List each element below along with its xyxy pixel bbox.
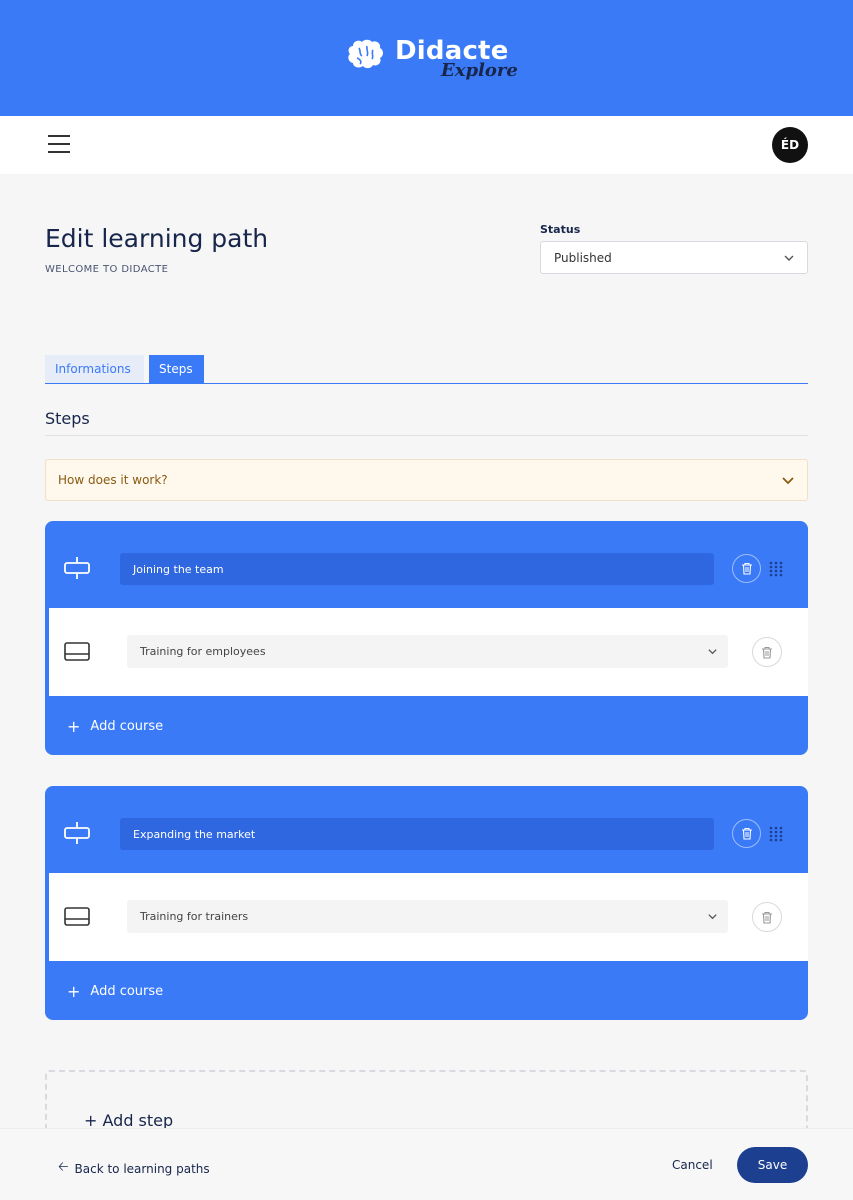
brain-icon bbox=[348, 39, 383, 69]
trash-icon bbox=[762, 911, 772, 924]
logo-product: Explore bbox=[441, 60, 518, 81]
course-icon bbox=[64, 907, 90, 926]
step-icon bbox=[64, 822, 90, 844]
page-subtitle: WELCOME TO DIDACTE bbox=[45, 264, 169, 275]
trash-icon bbox=[762, 646, 772, 659]
course-row: Training for employees bbox=[49, 608, 808, 696]
status-select[interactable]: Published bbox=[540, 241, 808, 274]
delete-course-button[interactable] bbox=[752, 902, 782, 932]
course-select[interactable]: Training for trainers bbox=[127, 900, 728, 933]
tab-informations[interactable]: Informations bbox=[45, 355, 144, 383]
add-course-button[interactable]: + Add course bbox=[67, 716, 164, 736]
nav-bar bbox=[0, 116, 853, 174]
chevron-down-icon bbox=[708, 914, 717, 920]
didacte-logo[interactable]: Didacte Explore bbox=[345, 36, 518, 84]
back-label: Back to learning paths bbox=[74, 1162, 210, 1176]
delete-step-button[interactable] bbox=[732, 554, 761, 583]
plus-icon: + bbox=[67, 716, 81, 736]
drag-handle-icon[interactable] bbox=[769, 826, 783, 842]
plus-icon: + bbox=[67, 981, 81, 1001]
back-to-learning-paths-link[interactable]: 🡠 Back to learning paths bbox=[58, 1158, 210, 1180]
course-name: Training for employees bbox=[140, 645, 266, 658]
save-button[interactable]: Save bbox=[737, 1147, 808, 1183]
tab-steps[interactable]: Steps bbox=[149, 355, 204, 383]
tab-underline bbox=[45, 383, 808, 384]
add-course-label: Add course bbox=[90, 718, 164, 734]
trash-icon bbox=[741, 562, 752, 575]
section-title: Steps bbox=[45, 409, 90, 428]
how-it-works-accordion[interactable]: How does it work? bbox=[45, 459, 808, 501]
chevron-down-icon bbox=[782, 477, 794, 485]
chevron-down-icon bbox=[784, 255, 794, 261]
step-card: Joining the team Training for employees … bbox=[45, 521, 808, 755]
step-name-input[interactable]: Joining the team bbox=[120, 553, 714, 585]
cancel-button[interactable]: Cancel bbox=[672, 1158, 713, 1172]
how-it-works-label: How does it work? bbox=[58, 473, 168, 487]
menu-icon[interactable] bbox=[48, 135, 70, 155]
arrow-left-icon: 🡠 bbox=[58, 1160, 69, 1175]
add-course-label: Add course bbox=[90, 983, 164, 999]
step-icon bbox=[64, 557, 90, 579]
status-label: Status bbox=[540, 223, 581, 236]
trash-icon bbox=[741, 827, 752, 840]
delete-course-button[interactable] bbox=[752, 637, 782, 667]
course-row: Training for trainers bbox=[49, 873, 808, 961]
delete-step-button[interactable] bbox=[732, 819, 761, 848]
step-card: Expanding the market Training for traine… bbox=[45, 786, 808, 1020]
add-course-button[interactable]: + Add course bbox=[67, 981, 164, 1001]
status-value: Published bbox=[554, 250, 612, 265]
step-name-input[interactable]: Expanding the market bbox=[120, 818, 714, 850]
course-select[interactable]: Training for employees bbox=[127, 635, 728, 668]
chevron-down-icon bbox=[708, 649, 717, 655]
user-avatar[interactable]: ÉD bbox=[772, 127, 808, 163]
course-icon bbox=[64, 642, 90, 661]
course-name: Training for trainers bbox=[140, 910, 249, 923]
drag-handle-icon[interactable] bbox=[769, 561, 783, 577]
page-title: Edit learning path bbox=[45, 224, 269, 253]
section-divider bbox=[45, 435, 808, 436]
